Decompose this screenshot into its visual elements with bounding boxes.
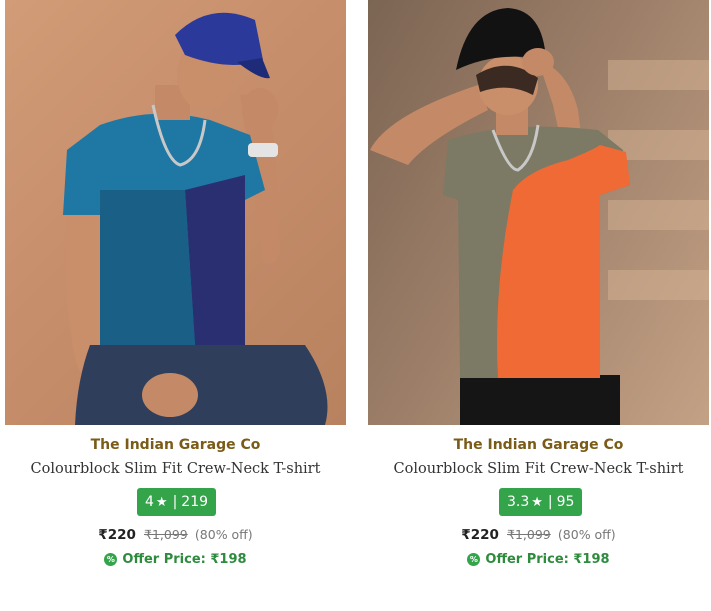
rating-badge: 3.3 ★ | 95 (499, 488, 583, 516)
product-photo-illustration (63, 12, 328, 425)
mrp-price: ₹1,099 (507, 527, 551, 542)
selling-price: ₹220 (461, 527, 499, 543)
rating-value: 4 (145, 494, 154, 510)
rating-count: 219 (181, 494, 209, 510)
product-card[interactable]: The Indian Garage Co Colourblock Slim Fi… (368, 0, 709, 611)
rating-separator: | (172, 494, 178, 510)
offer-price: % Offer Price: ₹198 (5, 552, 346, 567)
product-title[interactable]: Colourblock Slim Fit Crew-Neck T-shirt (5, 461, 346, 477)
star-icon: ★ (155, 494, 168, 510)
product-image[interactable] (5, 0, 346, 425)
product-photo-illustration (370, 8, 709, 425)
offer-tag-icon: % (104, 553, 118, 566)
product-title[interactable]: Colourblock Slim Fit Crew-Neck T-shirt (368, 461, 709, 477)
discount-percent: (80% off) (194, 527, 253, 542)
product-card[interactable]: The Indian Garage Co Colourblock Slim Fi… (5, 0, 346, 611)
brand-name[interactable]: The Indian Garage Co (5, 437, 346, 453)
rating-count: 95 (556, 494, 575, 510)
star-icon: ★ (531, 494, 543, 510)
rating-separator: | (547, 494, 553, 510)
price-row: ₹220 ₹1,099 (80% off) (368, 527, 709, 543)
offer-price: % Offer Price: ₹198 (368, 552, 709, 567)
offer-price-text: Offer Price: ₹198 (122, 552, 247, 567)
offer-tag-icon: % (467, 553, 481, 566)
rating-value: 3.3 (507, 494, 530, 510)
brand-name[interactable]: The Indian Garage Co (368, 437, 709, 453)
mrp-price: ₹1,099 (144, 527, 188, 542)
rating-badge: 4 ★ | 219 (137, 488, 217, 516)
discount-percent: (80% off) (557, 527, 616, 542)
price-row: ₹220 ₹1,099 (80% off) (5, 527, 346, 543)
offer-price-text: Offer Price: ₹198 (485, 552, 610, 567)
product-image[interactable] (368, 0, 709, 425)
selling-price: ₹220 (98, 527, 136, 543)
